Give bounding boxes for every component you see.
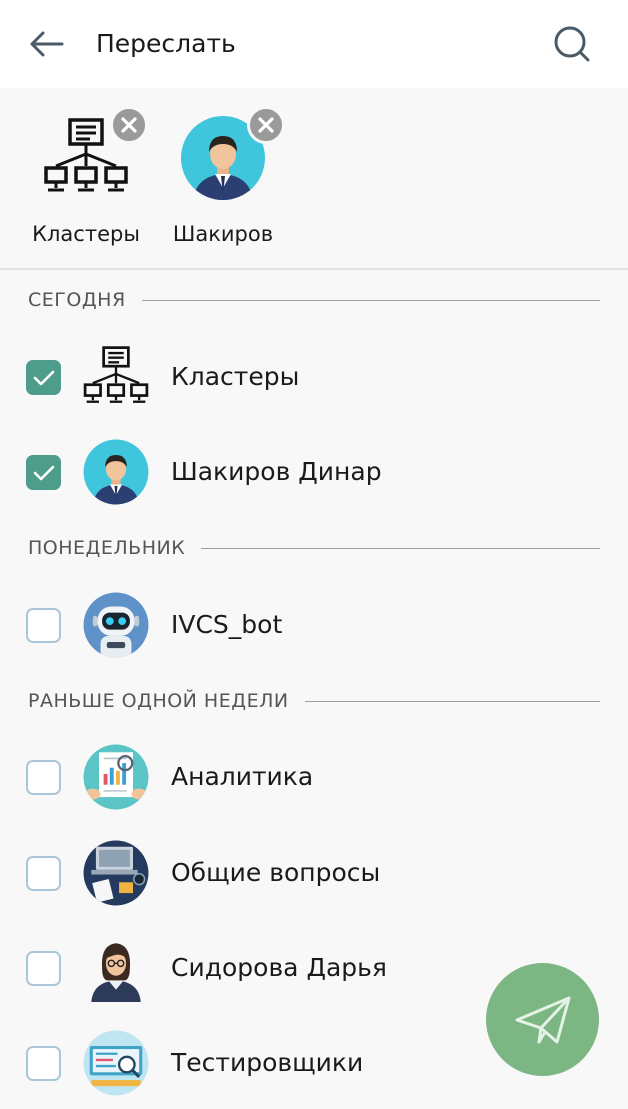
contact-name: Шакиров Динар [171, 457, 382, 486]
checkbox[interactable] [26, 1046, 61, 1081]
section-label: СЕГОДНЯ [28, 289, 126, 311]
analytics-avatar [83, 744, 149, 810]
contact-name: Общие вопросы [171, 858, 381, 887]
section-header-monday: ПОНЕДЕЛЬНИК [28, 533, 600, 563]
contact-name: IVCS_bot [171, 610, 283, 639]
page-title: Переслать [96, 29, 236, 58]
search-icon [554, 26, 590, 62]
woman-avatar [91, 943, 141, 1002]
remove-recipient-button[interactable] [247, 106, 285, 144]
section-divider [141, 299, 600, 301]
list-item[interactable]: Шакиров Динар [0, 427, 628, 517]
arrow-left-icon [30, 31, 64, 57]
section-header-today: СЕГОДНЯ [28, 285, 600, 315]
close-icon [121, 117, 137, 133]
testing-avatar [83, 1030, 149, 1096]
selected-recipients: Кластеры Шакиров [0, 88, 628, 270]
list-item[interactable]: IVCS_bot [0, 580, 628, 670]
list-item[interactable]: Кластеры [0, 332, 628, 422]
section-label: РАНЬШЕ ОДНОЙ НЕДЕЛИ [28, 690, 289, 712]
send-button[interactable] [486, 963, 599, 1076]
contact-name: Тестировщики [171, 1048, 364, 1077]
back-button[interactable] [22, 22, 72, 66]
check-icon [33, 370, 54, 385]
selected-chip-label: Шакиров [172, 222, 274, 246]
contact-name: Аналитика [171, 762, 314, 791]
section-label: ПОНЕДЕЛЬНИК [28, 537, 186, 559]
checkbox[interactable] [26, 455, 61, 490]
selected-chip-label: Кластеры [32, 222, 140, 246]
search-button[interactable] [548, 20, 596, 68]
close-icon [258, 117, 274, 133]
list-item[interactable]: Общие вопросы [0, 828, 628, 918]
checkbox[interactable] [26, 760, 61, 795]
checkbox[interactable] [26, 856, 61, 891]
selected-chip-shakirov: Шакиров [167, 106, 285, 266]
remove-recipient-button[interactable] [110, 106, 148, 144]
man-avatar [83, 439, 149, 505]
checkbox[interactable] [26, 360, 61, 395]
workspace-avatar [83, 840, 149, 906]
section-divider [304, 700, 600, 702]
section-divider [201, 547, 600, 549]
send-icon [515, 996, 570, 1043]
list-item[interactable]: Аналитика [0, 732, 628, 822]
network-cluster-icon [83, 346, 149, 403]
contact-name: Сидорова Дарья [171, 953, 387, 982]
app-header: Переслать [0, 0, 628, 88]
check-icon [33, 465, 54, 480]
checkbox[interactable] [26, 951, 61, 986]
contact-name: Кластеры [171, 362, 300, 391]
selected-chip-clusters: Кластеры [30, 106, 148, 266]
section-header-older: РАНЬШЕ ОДНОЙ НЕДЕЛИ [28, 686, 600, 716]
checkbox[interactable] [26, 608, 61, 643]
robot-avatar [83, 592, 149, 658]
